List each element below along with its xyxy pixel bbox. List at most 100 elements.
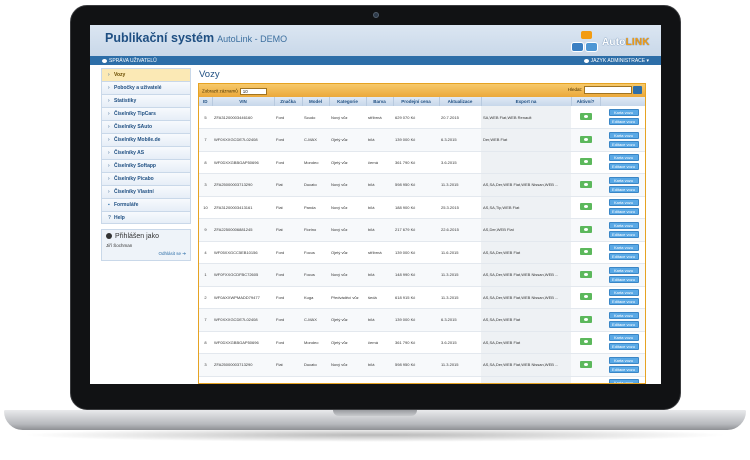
eye-icon[interactable] [579,270,592,278]
sidebar-item-as[interactable]: › Číselníky AS [101,146,191,159]
vehicle-edit-button[interactable]: Editace vozu [608,365,639,373]
vehicle-card-button[interactable]: Karta vozu [608,311,639,319]
eye-icon[interactable] [579,113,592,120]
table-row[interactable]: 10ZFA31200003413161FiatPandaNový vůzbílá… [199,196,645,219]
table-row[interactable]: 3 ZFA25000003713290 Fiat Ducato Nový vůz bílá… [199,173,645,197]
vehicle-edit-button[interactable]: Editace vozu [608,140,639,148]
table-row[interactable]: 7 WF0XXXGCDE7L02408 Ford C-MAX Ojetý vůz bílá… [199,128,645,152]
col-header-color[interactable]: Barva [366,97,394,106]
vehicle-edit-button[interactable]: Editace vozu [608,253,639,261]
col-header-category[interactable]: Kategorie [329,97,367,106]
eye-icon[interactable] [579,225,592,233]
vehicle-card-button[interactable]: Karta vozu [608,334,639,342]
cell-active [571,263,600,287]
sidebar-item-label: Číselníky Vlastní [114,189,154,195]
eye-icon[interactable] [579,203,592,211]
eye-icon[interactable] [579,158,592,166]
vehicle-edit-button[interactable]: Editace vozu [608,118,639,125]
search-button[interactable] [633,86,642,94]
logout-link[interactable]: Odhlásit se ➔ [158,251,186,257]
vehicle-edit-button[interactable]: Editace vozu [608,320,639,328]
vehicle-card-button[interactable]: Karta vozu [608,221,639,229]
cell-updated: 11.3.2015 [439,263,481,287]
vehicle-edit-button[interactable]: Editace vozu [608,185,639,193]
cell-id: 7 [199,128,212,152]
lang-admin-link[interactable]: JAZYK ADMINISTRACE ▾ [583,58,649,64]
cell-color: bílá [366,196,393,219]
logout-label: Odhlásit se [158,251,181,256]
cell-active [571,376,600,384]
vehicle-card-button[interactable]: Karta vozu [608,289,639,297]
sidebar-item-vozy[interactable]: › Vozy [101,68,191,81]
vehicle-card-button[interactable]: Karta vozu [608,244,639,252]
vehicle-edit-button[interactable]: Editace vozu [608,298,639,306]
col-header-active[interactable]: Aktivní? [571,97,601,106]
search-input[interactable] [584,86,632,94]
col-header-price[interactable]: Prodejní cena [393,97,440,106]
table-row[interactable]: 9 ZFA22500006881245 Fiat Fiorino Nový vůz bíl… [199,218,645,242]
cell-id: 3 [199,353,212,377]
eye-icon[interactable] [579,338,592,346]
cell-export: AS,SA,Der,WEB Fiat,WEB Nissan,WEB ... [481,353,571,377]
col-header-model[interactable]: Model [302,97,330,106]
eye-icon[interactable] [579,315,592,323]
search-control: Hledat: [568,86,642,94]
cell-actions: Karta vozuEditace vozu [600,173,645,197]
cell-price: 139 000 Kč [393,128,439,152]
eye-icon[interactable] [579,360,592,368]
vehicle-card-button[interactable]: Karta vozu [608,266,639,274]
cell-vin: ZFA25000003713290 [212,173,274,197]
table-row[interactable]: 2 WF0AXXWPMADD79477 Ford Kuga Předváděcí vůz… [199,286,645,309]
table-row[interactable]: 3 ZFA25000003713290 Fiat Ducato Nový vůz bílá… [199,353,645,377]
cell-export: AS,SA,Der,WEB Fiat [481,331,571,354]
eye-icon[interactable] [580,383,592,384]
table-row[interactable]: 5 ZFA31200003446160 Ford Scudo Nový vůz stříb… [199,106,645,129]
cell-active [571,106,600,129]
sidebar-item-tipcars[interactable]: › Číselníky TipCars [101,107,191,120]
col-header-brand[interactable]: Značka [274,97,303,106]
vehicle-edit-button[interactable]: Editace vozu [608,163,639,171]
eye-icon[interactable] [579,293,592,301]
sidebar-item-vlastni[interactable]: › Číselníky Vlastní [101,185,191,198]
vehicle-card-button[interactable]: Karta vozu [608,154,639,162]
sidebar-item-statistiky[interactable]: › Statistiky [101,94,191,107]
user-admin-link[interactable]: SPRÁVA UŽIVATELŮ [102,58,157,64]
col-header-export[interactable]: Export na [481,97,572,106]
cell-updated: 25.3.2015 [439,196,481,219]
sidebar-item-mobile[interactable]: › Číselníky Mobile.de [101,133,191,146]
cell-model: Scudo [302,106,329,129]
vehicle-edit-button[interactable]: Editace vozu [608,230,639,238]
vehicle-edit-button[interactable]: Editace vozu [608,275,639,283]
vehicle-card-button[interactable]: Karta vozu [608,356,639,364]
vehicle-card-button[interactable]: Karta vozu [608,199,639,207]
sidebar-item-help[interactable]: ? Help [101,211,191,224]
sidebar-item-softapp[interactable]: › Číselníky Softapp [101,159,191,172]
eye-icon[interactable] [579,248,592,256]
eye-icon[interactable] [579,180,592,188]
table-row[interactable]: 8 WF0DXXGBBGAP50696 Ford Mondeo Ojetý vůz čer… [199,151,645,174]
sidebar-item-pobocky[interactable]: › Pobočky a uživatelé [101,81,191,94]
table-row[interactable]: 8 WF0DXXGBBGAP50696 Ford Mondeo Ojetý vůz čer… [199,331,645,354]
table-row[interactable]: 1 WF0FXXGCDFBC72605 Ford Focus Nový vůz bílá 1… [199,263,645,287]
vehicle-edit-button[interactable]: Editace vozu [608,343,639,351]
sidebar-item-formulare[interactable]: ▪ Formuláře [101,198,191,211]
vehicle-card-button[interactable]: Karta vozu [608,176,639,184]
page-size-select[interactable]: 10 [239,88,267,95]
cell-id: 8 [199,151,212,174]
col-header-vin[interactable]: VIN [212,97,275,106]
vehicle-card-button[interactable]: Karta vozu [608,109,639,116]
table-row[interactable]: 10ZFA31200003413161FiatPandaNový vůzbílá… [199,376,645,384]
eye-icon[interactable] [579,135,592,143]
col-header-id[interactable]: ID [199,97,213,106]
col-header-updated[interactable]: Aktualizace [439,97,482,106]
table-row[interactable]: 7 WF0XXXGCDE7L02408 Ford C-MAX Ojetý vůz bílá… [199,308,645,332]
vehicle-edit-button[interactable]: Editace vozu [608,208,639,216]
sidebar-item-picabo[interactable]: › Číselníky Picabo [101,172,191,185]
sidebar-item-sauto[interactable]: › Číselníky SAuto [101,120,191,133]
vehicle-card-button[interactable]: Karta vozu [608,379,639,383]
cell-color: bílá [366,308,393,332]
vehicle-card-button[interactable]: Karta vozu [608,131,639,139]
app-title-text: Publikační systém [105,31,215,45]
table-row[interactable]: 4 WF05XXGCC5EB10156 Ford Focus Ojetý vůz stří… [199,241,645,264]
cell-updated: 6.3.2015 [439,308,481,332]
